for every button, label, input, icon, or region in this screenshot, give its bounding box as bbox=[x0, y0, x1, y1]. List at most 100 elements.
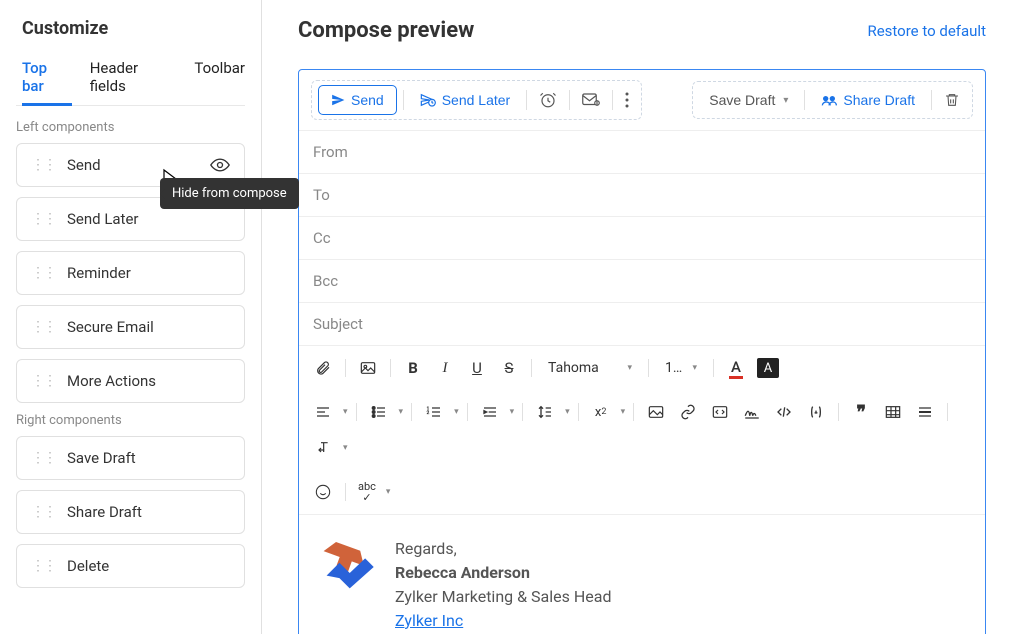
link-icon bbox=[680, 404, 696, 420]
attach-button[interactable] bbox=[309, 354, 337, 382]
cc-field[interactable]: Cc bbox=[299, 217, 985, 260]
quote-button[interactable]: ❞ bbox=[847, 398, 875, 426]
send-icon bbox=[331, 93, 345, 107]
drag-handle-icon[interactable] bbox=[31, 157, 55, 173]
component-label: Delete bbox=[67, 557, 109, 575]
send-later-button[interactable]: Send Later bbox=[410, 86, 521, 114]
bullet-list-button[interactable] bbox=[365, 398, 393, 426]
to-field[interactable]: To bbox=[299, 174, 985, 217]
separator bbox=[531, 359, 532, 377]
insert-link-button[interactable] bbox=[674, 398, 702, 426]
code-button[interactable] bbox=[770, 398, 798, 426]
table-button[interactable] bbox=[879, 398, 907, 426]
reminder-button[interactable] bbox=[533, 87, 563, 113]
paperclip-icon bbox=[315, 360, 331, 376]
separator bbox=[931, 90, 932, 110]
chevron-down-icon[interactable]: ▾ bbox=[399, 407, 404, 417]
separator bbox=[713, 359, 714, 377]
send-button[interactable]: Send bbox=[318, 85, 397, 115]
separator bbox=[467, 403, 468, 421]
signature-company-link[interactable]: Zylker Inc bbox=[395, 611, 463, 630]
subject-field[interactable]: Subject bbox=[299, 303, 985, 346]
clear-format-button[interactable] bbox=[309, 434, 337, 462]
tab-header-fields[interactable]: Header fields bbox=[90, 59, 177, 105]
from-field[interactable]: From bbox=[299, 131, 985, 174]
customize-sidebar: Customize Top bar Header fields Toolbar … bbox=[0, 0, 262, 634]
send-later-label: Send Later bbox=[442, 92, 511, 108]
drag-handle-icon[interactable] bbox=[31, 319, 55, 335]
save-draft-label: Save Draft bbox=[709, 92, 775, 108]
hr-button[interactable] bbox=[911, 398, 939, 426]
tab-top-bar[interactable]: Top bar bbox=[22, 59, 72, 106]
indent-icon bbox=[482, 405, 498, 419]
drag-handle-icon[interactable] bbox=[31, 504, 55, 520]
variable-button[interactable] bbox=[802, 398, 830, 426]
component-reminder[interactable]: Reminder bbox=[16, 251, 245, 295]
signature-icon bbox=[743, 405, 761, 419]
main-header: Compose preview Restore to default bbox=[298, 18, 986, 43]
line-height-button[interactable] bbox=[531, 398, 559, 426]
trash-icon bbox=[944, 92, 960, 108]
signature-text: Regards, Rebecca Anderson Zylker Marketi… bbox=[395, 537, 611, 633]
delete-button[interactable] bbox=[938, 88, 966, 112]
chevron-down-icon[interactable]: ▾ bbox=[621, 407, 626, 417]
secure-email-icon bbox=[582, 93, 600, 107]
more-actions-button[interactable] bbox=[619, 88, 635, 112]
separator bbox=[947, 403, 948, 421]
component-label: Secure Email bbox=[67, 318, 154, 336]
insert-picture-button[interactable] bbox=[642, 398, 670, 426]
font-size-select[interactable]: 1…▾ bbox=[657, 356, 705, 380]
underline-button[interactable]: U bbox=[463, 354, 491, 382]
save-draft-button[interactable]: Save Draft ▾ bbox=[699, 86, 798, 114]
drag-handle-icon[interactable] bbox=[31, 450, 55, 466]
italic-button[interactable]: I bbox=[431, 354, 459, 382]
secure-email-button[interactable] bbox=[576, 89, 606, 111]
align-left-icon bbox=[315, 405, 331, 419]
drag-handle-icon[interactable] bbox=[31, 558, 55, 574]
emoji-icon bbox=[315, 484, 331, 500]
chevron-down-icon: ▾ bbox=[627, 363, 632, 373]
line-height-icon bbox=[537, 404, 553, 420]
chevron-down-icon[interactable]: ▾ bbox=[343, 443, 348, 453]
page-title: Compose preview bbox=[298, 18, 474, 43]
spellcheck-button[interactable]: abc✓ bbox=[354, 478, 380, 506]
numbered-list-button[interactable]: 12 bbox=[420, 398, 448, 426]
chevron-down-icon[interactable]: ▾ bbox=[454, 407, 459, 417]
bcc-field[interactable]: Bcc bbox=[299, 260, 985, 303]
component-delete[interactable]: Delete bbox=[16, 544, 245, 588]
chevron-down-icon[interactable]: ▾ bbox=[565, 407, 570, 417]
font-size-value: 1… bbox=[665, 360, 682, 376]
compose-topbar: Send Send Later bbox=[299, 70, 985, 131]
drag-handle-icon[interactable] bbox=[31, 373, 55, 389]
separator bbox=[838, 403, 839, 421]
component-share-draft[interactable]: Share Draft bbox=[16, 490, 245, 534]
align-button[interactable] bbox=[309, 398, 337, 426]
restore-link[interactable]: Restore to default bbox=[867, 22, 986, 40]
strikethrough-button[interactable]: S bbox=[495, 354, 523, 382]
chevron-down-icon[interactable]: ▾ bbox=[386, 487, 391, 497]
background-color-button[interactable]: A bbox=[754, 354, 782, 382]
insert-image-button[interactable] bbox=[354, 354, 382, 382]
emoji-button[interactable] bbox=[309, 478, 337, 506]
insert-signature-button[interactable] bbox=[738, 398, 766, 426]
chevron-down-icon[interactable]: ▾ bbox=[510, 407, 515, 417]
drag-handle-icon[interactable] bbox=[31, 211, 55, 227]
separator bbox=[403, 90, 404, 110]
component-more-actions[interactable]: More Actions bbox=[16, 359, 245, 403]
component-secure-email[interactable]: Secure Email bbox=[16, 305, 245, 349]
drag-handle-icon[interactable] bbox=[31, 265, 55, 281]
text-color-button[interactable]: A bbox=[722, 354, 750, 382]
bold-button[interactable]: B bbox=[399, 354, 427, 382]
share-draft-button[interactable]: Share Draft bbox=[811, 86, 925, 114]
separator bbox=[345, 359, 346, 377]
indent-button[interactable] bbox=[476, 398, 504, 426]
separator bbox=[345, 483, 346, 501]
insert-html-button[interactable] bbox=[706, 398, 734, 426]
tab-toolbar[interactable]: Toolbar bbox=[194, 59, 245, 105]
chevron-down-icon[interactable]: ▾ bbox=[343, 407, 348, 417]
font-family-select[interactable]: Tahoma▾ bbox=[540, 356, 640, 380]
component-save-draft[interactable]: Save Draft bbox=[16, 436, 245, 480]
superscript-button[interactable]: x2 bbox=[587, 398, 615, 426]
signature-block: Regards, Rebecca Anderson Zylker Marketi… bbox=[299, 537, 985, 634]
eye-icon[interactable] bbox=[210, 158, 230, 172]
